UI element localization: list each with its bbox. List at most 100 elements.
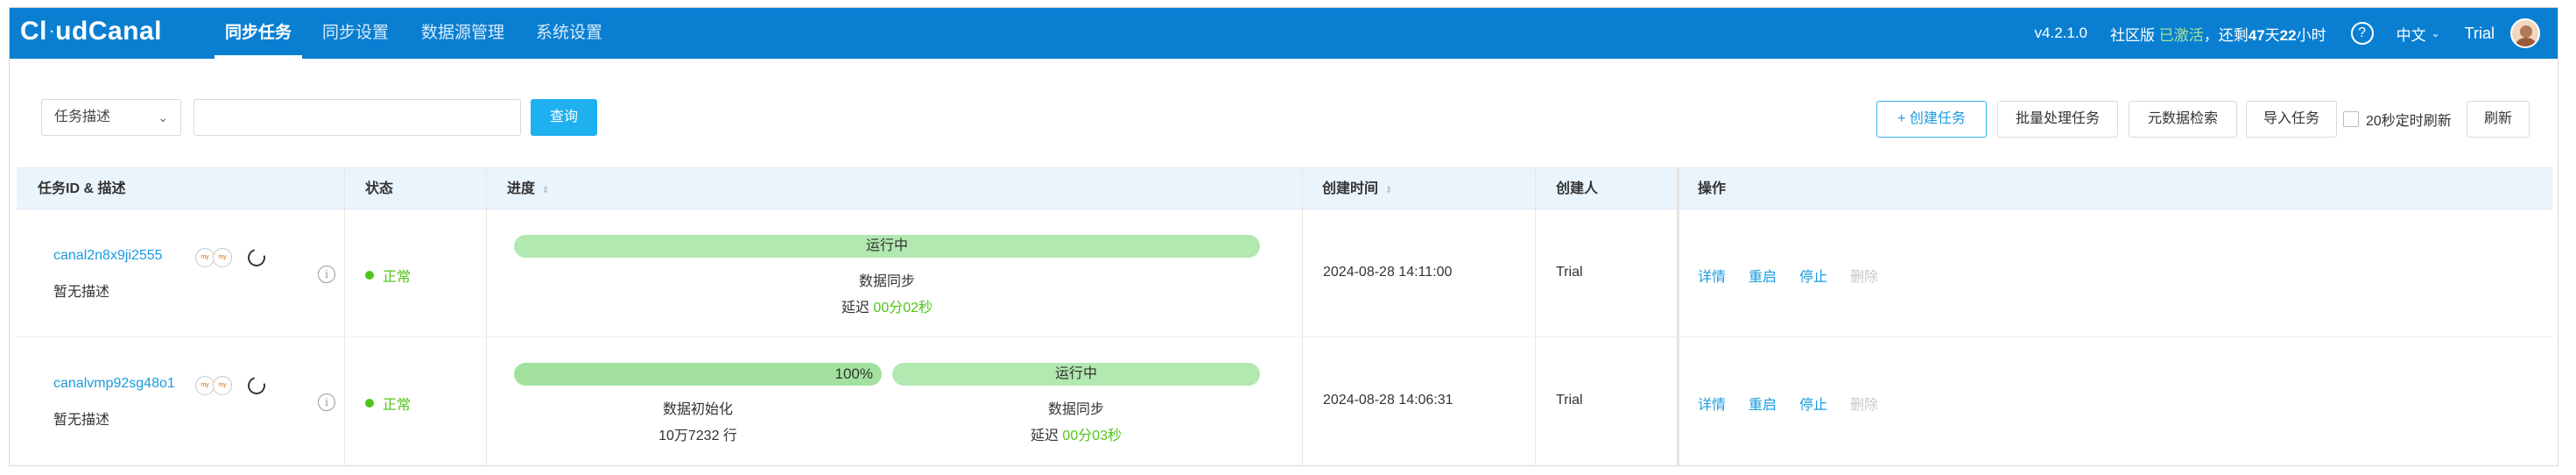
query-button[interactable]: 查询 [531, 99, 597, 136]
search-input[interactable] [194, 99, 521, 136]
remaining-hours: 22 [2279, 26, 2297, 44]
import-task-button[interactable]: 导入任务 [2246, 101, 2337, 138]
logo-mark-icon: ◔ [48, 27, 55, 39]
toolbar: 任务描述 ⌄ 查询 + 创建任务 批量处理任务 元数据检索 导入任务 20秒定时刷… [10, 59, 2558, 169]
column-header-task-id: 任务ID & 描述 [38, 181, 126, 196]
stage-name: 数据同步 [858, 274, 915, 289]
table-header: 任务ID & 描述 状态 进度 ⇕ 创建时间 ⇕ 创建人 操作 [17, 167, 2552, 209]
logo-text-right: Canal [88, 17, 163, 46]
datasource-icons: my my [195, 248, 236, 267]
column-header-operations: 操作 [1698, 181, 1727, 196]
created-time: 2024-08-28 14:06:31 [1323, 393, 1453, 408]
stop-link[interactable]: 停止 [1799, 393, 1827, 414]
auto-refresh-toggle[interactable]: 20秒定时刷新 [2343, 101, 2452, 138]
created-time: 2024-08-28 14:11:00 [1323, 265, 1453, 280]
delay-value: 00分02秒 [873, 301, 933, 315]
avatar[interactable] [2510, 18, 2540, 48]
mysql-target-icon: my [213, 376, 232, 395]
sort-icon[interactable]: ⇕ [542, 186, 549, 195]
progress-bar-sync: 运行中 [514, 235, 1260, 258]
stage-detail: 延迟 00分02秒 [514, 295, 1260, 316]
column-header-status: 状态 [365, 181, 394, 196]
delete-link[interactable]: 删除 [1850, 393, 1878, 414]
info-icon[interactable]: i [318, 393, 335, 411]
help-icon[interactable]: ? [2350, 22, 2374, 45]
progress-label: 100% [834, 365, 873, 382]
batch-process-button[interactable]: 批量处理任务 [1997, 101, 2118, 138]
activation-status: 已激活 [2158, 26, 2204, 44]
task-table: 任务ID & 描述 状态 进度 ⇕ 创建时间 ⇕ 创建人 操作 canal2n8x9… [17, 167, 2552, 465]
task-description: 暂无描述 [53, 413, 110, 428]
column-header-created-time[interactable]: 创建时间 ⇕ [1322, 168, 1392, 210]
task-id-link[interactable]: canalvmp92sg48o1 [53, 376, 175, 392]
language-selector[interactable]: 中文 ⌄ [2397, 23, 2440, 45]
status-badge: 正常 [365, 265, 411, 286]
rows-value: 10万7232 行 [658, 429, 737, 443]
created-time-header-label: 创建时间 [1322, 181, 1379, 196]
refresh-button[interactable]: 刷新 [2467, 101, 2530, 138]
progress-label: 运行中 [1054, 366, 1097, 381]
edition-label: 社区版 [2110, 26, 2156, 44]
progress-bar-sync: 运行中 [892, 363, 1260, 386]
metadata-search-button[interactable]: 元数据检索 [2129, 101, 2237, 138]
creator-name: Trial [1556, 265, 1583, 280]
table-row: canalvmp92sg48o1 my my 暂无描述 i 正常 100% 数据… [17, 337, 2552, 465]
nav-sync-settings[interactable]: 同步设置 [322, 8, 389, 59]
stage-info-sync: 数据同步 延迟 00分03秒 [892, 397, 1260, 444]
status-dot [365, 399, 374, 408]
stage-info-init: 数据初始化 10万7232 行 [514, 397, 882, 444]
header-right-area: v4.2.1.0 社区版 已激活，还剩47天22小时 ? 中文 ⌄ Trial [2035, 8, 2558, 59]
restart-link[interactable]: 重启 [1749, 265, 1777, 286]
stage-name: 数据同步 [1047, 402, 1104, 417]
restart-link[interactable]: 重启 [1749, 393, 1777, 414]
cloudcanal-logo[interactable]: Cl◔udCanal [20, 17, 162, 46]
table-row: canal2n8x9ji2555 my my 暂无描述 i 正常 运行中 数据同… [17, 209, 2552, 337]
filter-field-select[interactable]: 任务描述 ⌄ [41, 99, 181, 136]
sort-icon[interactable]: ⇕ [1385, 186, 1392, 195]
details-link[interactable]: 详情 [1698, 265, 1726, 286]
create-task-button[interactable]: + 创建任务 [1876, 101, 1987, 138]
chevron-down-icon: ⌄ [158, 110, 168, 124]
user-name[interactable]: Trial [2465, 25, 2495, 43]
nav-sync-tasks[interactable]: 同步任务 [214, 8, 303, 59]
status-dot [365, 271, 374, 280]
filter-field-value: 任务描述 [54, 110, 111, 124]
task-id-link[interactable]: canal2n8x9ji2555 [53, 248, 163, 264]
app-window: Cl◔udCanal 同步任务 同步设置 数据源管理 系统设置 v4.2.1.0… [9, 7, 2558, 466]
creator-name: Trial [1556, 393, 1583, 408]
version-label: v4.2.1.0 [2034, 25, 2088, 41]
delay-prefix: 延迟 [841, 301, 874, 315]
stage-detail: 延迟 00分03秒 [892, 423, 1260, 444]
chevron-down-icon: ⌄ [2431, 27, 2440, 39]
mysql-target-icon: my [213, 248, 232, 267]
progress-bar-init: 100% [514, 363, 882, 386]
logo-text-left: Cl [20, 17, 47, 46]
delay-value: 00分03秒 [1062, 429, 1123, 443]
task-description: 暂无描述 [53, 285, 110, 300]
hours-unit: 小时 [2296, 26, 2326, 44]
stop-link[interactable]: 停止 [1799, 265, 1827, 286]
stage-name: 数据初始化 [662, 402, 733, 417]
stage-info-sync: 数据同步 延迟 00分02秒 [514, 269, 1260, 316]
status-label: 正常 [383, 398, 412, 413]
column-header-creator: 创建人 [1556, 181, 1599, 196]
delay-prefix: 延迟 [1030, 429, 1063, 443]
stage-detail: 10万7232 行 [514, 423, 882, 444]
auto-refresh-checkbox[interactable] [2343, 111, 2359, 127]
mysql-source-icon: my [195, 248, 215, 267]
status-label: 正常 [383, 270, 412, 285]
nav-datasource-management[interactable]: 数据源管理 [421, 8, 504, 59]
logo-text-mid: ud [55, 17, 88, 46]
column-header-progress[interactable]: 进度 ⇕ [507, 168, 549, 210]
nav-system-settings[interactable]: 系统设置 [536, 8, 602, 59]
datasource-icons: my my [195, 376, 236, 395]
info-icon[interactable]: i [318, 266, 335, 283]
days-unit: 天 [2264, 26, 2280, 44]
details-link[interactable]: 详情 [1698, 393, 1726, 414]
auto-refresh-label: 20秒定时刷新 [2366, 114, 2452, 129]
loading-icon [244, 373, 269, 398]
top-nav-bar: Cl◔udCanal 同步任务 同步设置 数据源管理 系统设置 v4.2.1.0… [10, 8, 2558, 59]
loading-icon [244, 245, 269, 270]
delete-link[interactable]: 删除 [1850, 265, 1878, 286]
mysql-source-icon: my [195, 376, 215, 395]
